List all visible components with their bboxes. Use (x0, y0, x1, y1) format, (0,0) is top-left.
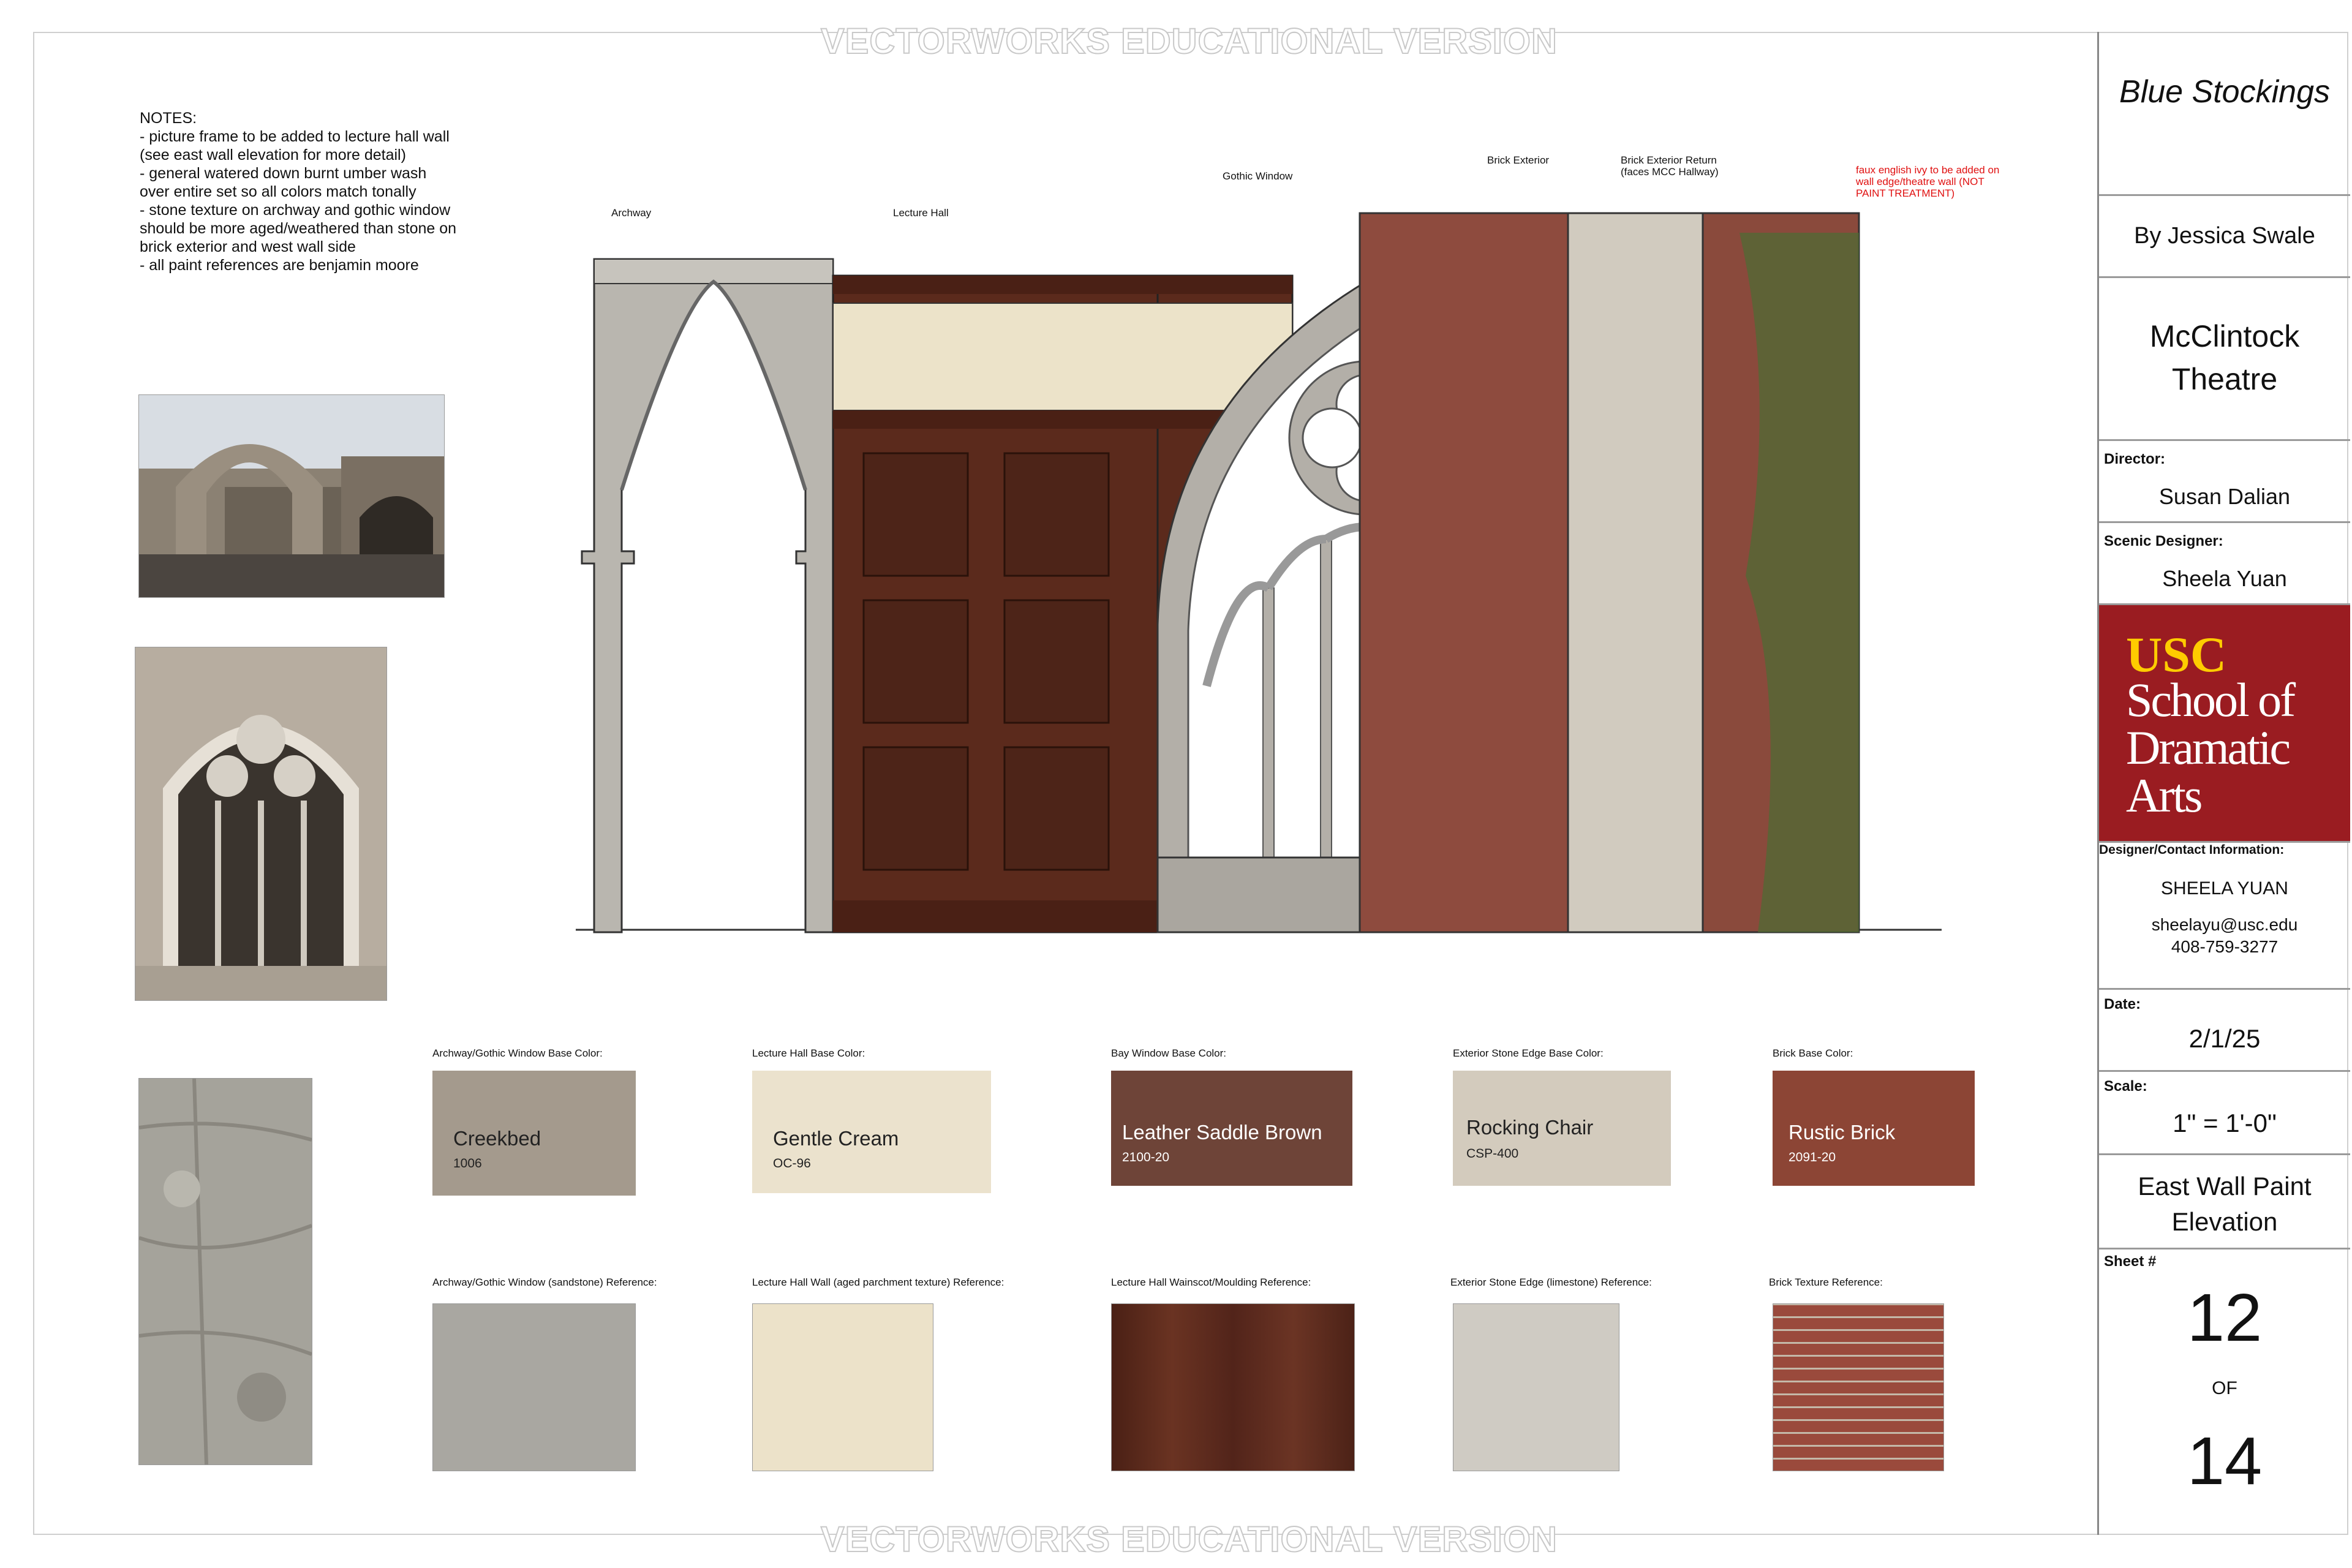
tb-show-cell: Blue Stockings (2099, 32, 2350, 196)
show-title: Blue Stockings (2119, 74, 2330, 110)
ref-parchment-texture (752, 1303, 933, 1471)
sheet-label: Sheet # (2104, 1253, 2157, 1270)
archway-drawing (581, 258, 834, 933)
base-label-1: Archway/Gothic Window Base Color: (432, 1047, 603, 1059)
contact-label: Designer/Contact Information: (2099, 843, 2285, 857)
callout-archway: Archway (611, 207, 652, 219)
usc-logo: USC School of Dramatic Arts (2099, 605, 2350, 843)
author: By Jessica Swale (2134, 223, 2315, 249)
tb-drawing-title-cell: East Wall Paint Elevation (2099, 1155, 2350, 1250)
east-wall-elevation (576, 212, 1942, 933)
callout-brick-exterior: Brick Exterior (1487, 154, 1550, 166)
swatch-name: Rocking Chair (1466, 1116, 1594, 1139)
ref-sandstone-texture (432, 1303, 636, 1471)
ref-label-1: Archway/Gothic Window (sandstone) Refere… (432, 1276, 657, 1288)
swatch-name: Rustic Brick (1789, 1121, 1896, 1144)
base-label-5: Brick Base Color: (1773, 1047, 1853, 1059)
swatch-rustic-brick: Rustic Brick 2091-20 (1773, 1071, 1975, 1186)
ref-brick-texture (1773, 1303, 1944, 1471)
stone-texture-photo (138, 1078, 312, 1465)
watermark-top: VECTORWORKS EDUCATIONAL VERSION (820, 21, 1558, 62)
swatch-code: 2091-20 (1789, 1150, 1836, 1164)
venue: McClintock Theatre (2149, 319, 2300, 396)
tb-venue-cell: McClintock Theatre (2099, 278, 2350, 441)
sheet-number: 12 (2187, 1280, 2263, 1355)
gothic-window-photo (135, 647, 387, 1001)
callout-lecture-hall: Lecture Hall (893, 207, 949, 219)
sheet-total: 14 (2187, 1423, 2263, 1499)
title-block: Blue Stockings By Jessica Swale McClinto… (2097, 32, 2350, 1535)
sheet-of: OF (2212, 1378, 2237, 1398)
base-label-4: Exterior Stone Edge Base Color: (1453, 1047, 1604, 1059)
swatch-gentle-cream: Gentle Cream OC-96 (752, 1071, 991, 1193)
callout-brick-return: Brick Exterior Return (faces MCC Hallway… (1621, 154, 1719, 178)
drawing-title: East Wall Paint Elevation (2138, 1172, 2312, 1236)
tb-designer-cell: Scenic Designer: Sheela Yuan (2099, 523, 2350, 605)
ref-label-3: Lecture Hall Wainscot/Moulding Reference… (1111, 1276, 1311, 1288)
brick-exterior-drawing (1359, 212, 1860, 933)
tb-date-cell: Date: 2/1/25 (2099, 990, 2350, 1072)
swatch-creekbed: Creekbed 1006 (432, 1071, 636, 1196)
notes-text: NOTES: - picture frame to be added to le… (140, 110, 457, 274)
scale-label: Scale: (2104, 1078, 2147, 1095)
date-label: Date: (2104, 996, 2141, 1012)
tb-author-cell: By Jessica Swale (2099, 196, 2350, 278)
director-name: Susan Dalian (2158, 484, 2291, 509)
base-label-3: Bay Window Base Color: (1111, 1047, 1227, 1059)
ref-wood-texture (1111, 1303, 1355, 1471)
contact-name: SHEELA YUAN (2161, 878, 2288, 899)
ref-label-2: Lecture Hall Wall (aged parchment textur… (752, 1276, 1005, 1288)
designer-name: Sheela Yuan (2162, 566, 2287, 591)
swatch-code: 2100-20 (1122, 1150, 1170, 1164)
scale-value: 1" = 1'-0" (2173, 1109, 2277, 1137)
tb-contact-cell: Designer/Contact Information: SHEELA YUA… (2099, 843, 2350, 990)
swatch-code: 1006 (453, 1156, 482, 1170)
contact-email: sheelayu@usc.edu (2151, 915, 2298, 934)
swatch-name: Gentle Cream (773, 1127, 899, 1150)
swatch-rocking-chair: Rocking Chair CSP-400 (1453, 1071, 1671, 1186)
swatch-code: OC-96 (773, 1156, 811, 1170)
swatch-name: Creekbed (453, 1127, 541, 1150)
tb-scale-cell: Scale: 1" = 1'-0" (2099, 1072, 2350, 1155)
swatch-leather-saddle-brown: Leather Saddle Brown 2100-20 (1111, 1071, 1352, 1186)
swatch-code: CSP-400 (1466, 1147, 1519, 1161)
director-label: Director: (2104, 451, 2166, 467)
tb-director-cell: Director: Susan Dalian (2099, 441, 2350, 523)
callout-ivy-note: faux english ivy to be added on wall edg… (1856, 164, 2000, 199)
logo-school: School of Dramatic Arts (2126, 673, 2296, 822)
archway-photo (138, 394, 445, 598)
base-label-2: Lecture Hall Base Color: (752, 1047, 865, 1059)
date-value: 2/1/25 (2188, 1024, 2261, 1053)
callout-gothic-window: Gothic Window (1223, 170, 1293, 182)
ref-label-4: Exterior Stone Edge (limestone) Referenc… (1450, 1276, 1652, 1288)
designer-label: Scenic Designer: (2104, 533, 2223, 549)
ref-label-5: Brick Texture Reference: (1769, 1276, 1883, 1288)
contact-phone: 408-759-3277 (2171, 937, 2278, 956)
ref-limestone-texture (1453, 1303, 1619, 1471)
tb-sheet-cell: Sheet # 12 OF 14 (2099, 1250, 2350, 1535)
watermark-bottom: VECTORWORKS EDUCATIONAL VERSION (820, 1519, 1558, 1560)
swatch-name: Leather Saddle Brown (1122, 1121, 1322, 1144)
